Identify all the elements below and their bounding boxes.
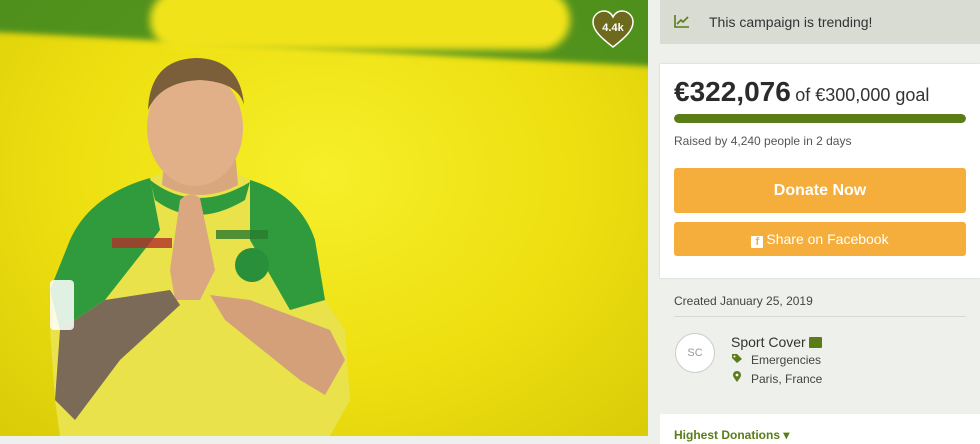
donate-button[interactable]: Donate Now	[674, 168, 966, 213]
category-row: Emergencies	[731, 353, 821, 367]
like-button[interactable]: 4.4k	[592, 10, 634, 50]
organizer-avatar[interactable]: SC	[675, 333, 715, 373]
campaign-photo: 4.4k	[0, 0, 648, 436]
location-text: Paris, France	[751, 372, 823, 386]
location-row: Paris, France	[731, 371, 822, 386]
goal-text: of €300,000 goal	[795, 85, 930, 105]
progress-fill	[674, 114, 966, 123]
progress-bar	[674, 114, 966, 123]
envelope-icon[interactable]	[808, 337, 822, 348]
raised-by-text: Raised by 4,240 people in 2 days	[674, 134, 852, 148]
share-facebook-label: Share on Facebook	[766, 231, 889, 247]
category-text[interactable]: Emergencies	[751, 353, 821, 367]
share-facebook-button[interactable]: f Share on Facebook	[674, 222, 966, 256]
trending-chart-icon	[674, 15, 689, 28]
player-silhouette	[50, 58, 350, 436]
like-count: 4.4k	[602, 22, 624, 34]
trending-banner: This campaign is trending!	[660, 0, 980, 44]
tag-icon	[732, 354, 742, 363]
facebook-icon: f	[751, 236, 764, 248]
trending-text: This campaign is trending!	[709, 14, 873, 30]
organizer-name[interactable]: Sport Cover	[731, 334, 806, 350]
divider	[674, 316, 966, 317]
organizer-name-row: Sport Cover	[731, 334, 822, 350]
map-pin-icon	[733, 371, 741, 382]
created-date: Created January 25, 2019	[674, 294, 813, 308]
highest-donations-toggle[interactable]: Highest Donations ▾	[674, 428, 789, 442]
raised-summary: €322,076 of €300,000 goal	[674, 76, 929, 108]
funding-card: €322,076 of €300,000 goal Raised by 4,24…	[660, 64, 980, 278]
raised-amount: €322,076	[674, 76, 791, 107]
